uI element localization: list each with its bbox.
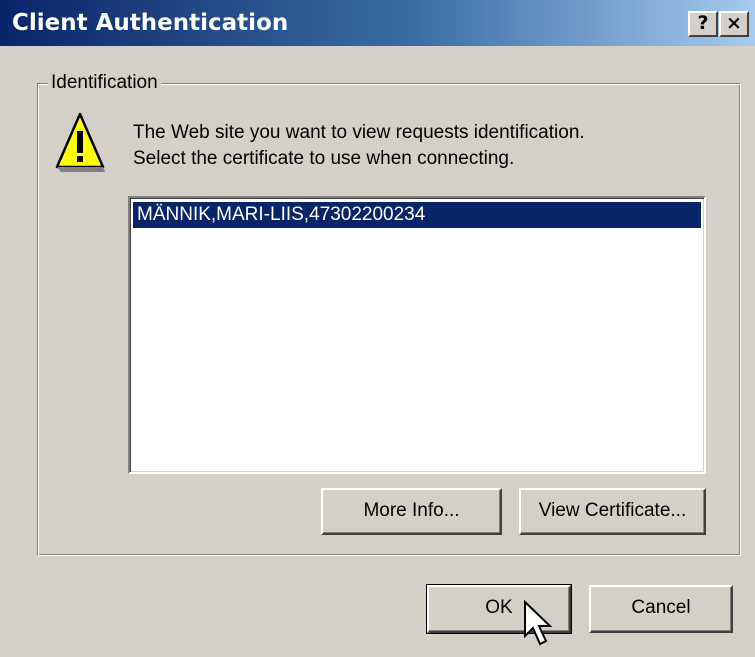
cancel-button[interactable]: Cancel [589,585,733,633]
close-button[interactable]: × [719,11,749,37]
more-info-button[interactable]: More Info... [321,488,502,535]
certificate-list[interactable]: MÄNNIK,MARI-LIIS,47302200234 [128,196,706,474]
mouse-pointer-icon [524,600,553,646]
message-line-2: Select the certificate to use when conne… [133,148,515,169]
message-line-1: The Web site you want to view requests i… [133,122,585,143]
identification-message: The Web site you want to view requests i… [133,120,713,172]
ok-button-label: OK [485,597,513,618]
view-certificate-button[interactable]: View Certificate... [519,488,706,535]
title-bar[interactable]: Client Authentication ? × [0,0,755,46]
help-button[interactable]: ? [688,11,718,37]
identification-group-label: Identification [48,72,161,94]
client-authentication-dialog: Client Authentication ? × Identification… [0,0,755,657]
warning-icon [55,112,105,172]
certificate-item-selected[interactable]: MÄNNIK,MARI-LIIS,47302200234 [133,202,701,228]
window-title: Client Authentication [12,10,289,36]
